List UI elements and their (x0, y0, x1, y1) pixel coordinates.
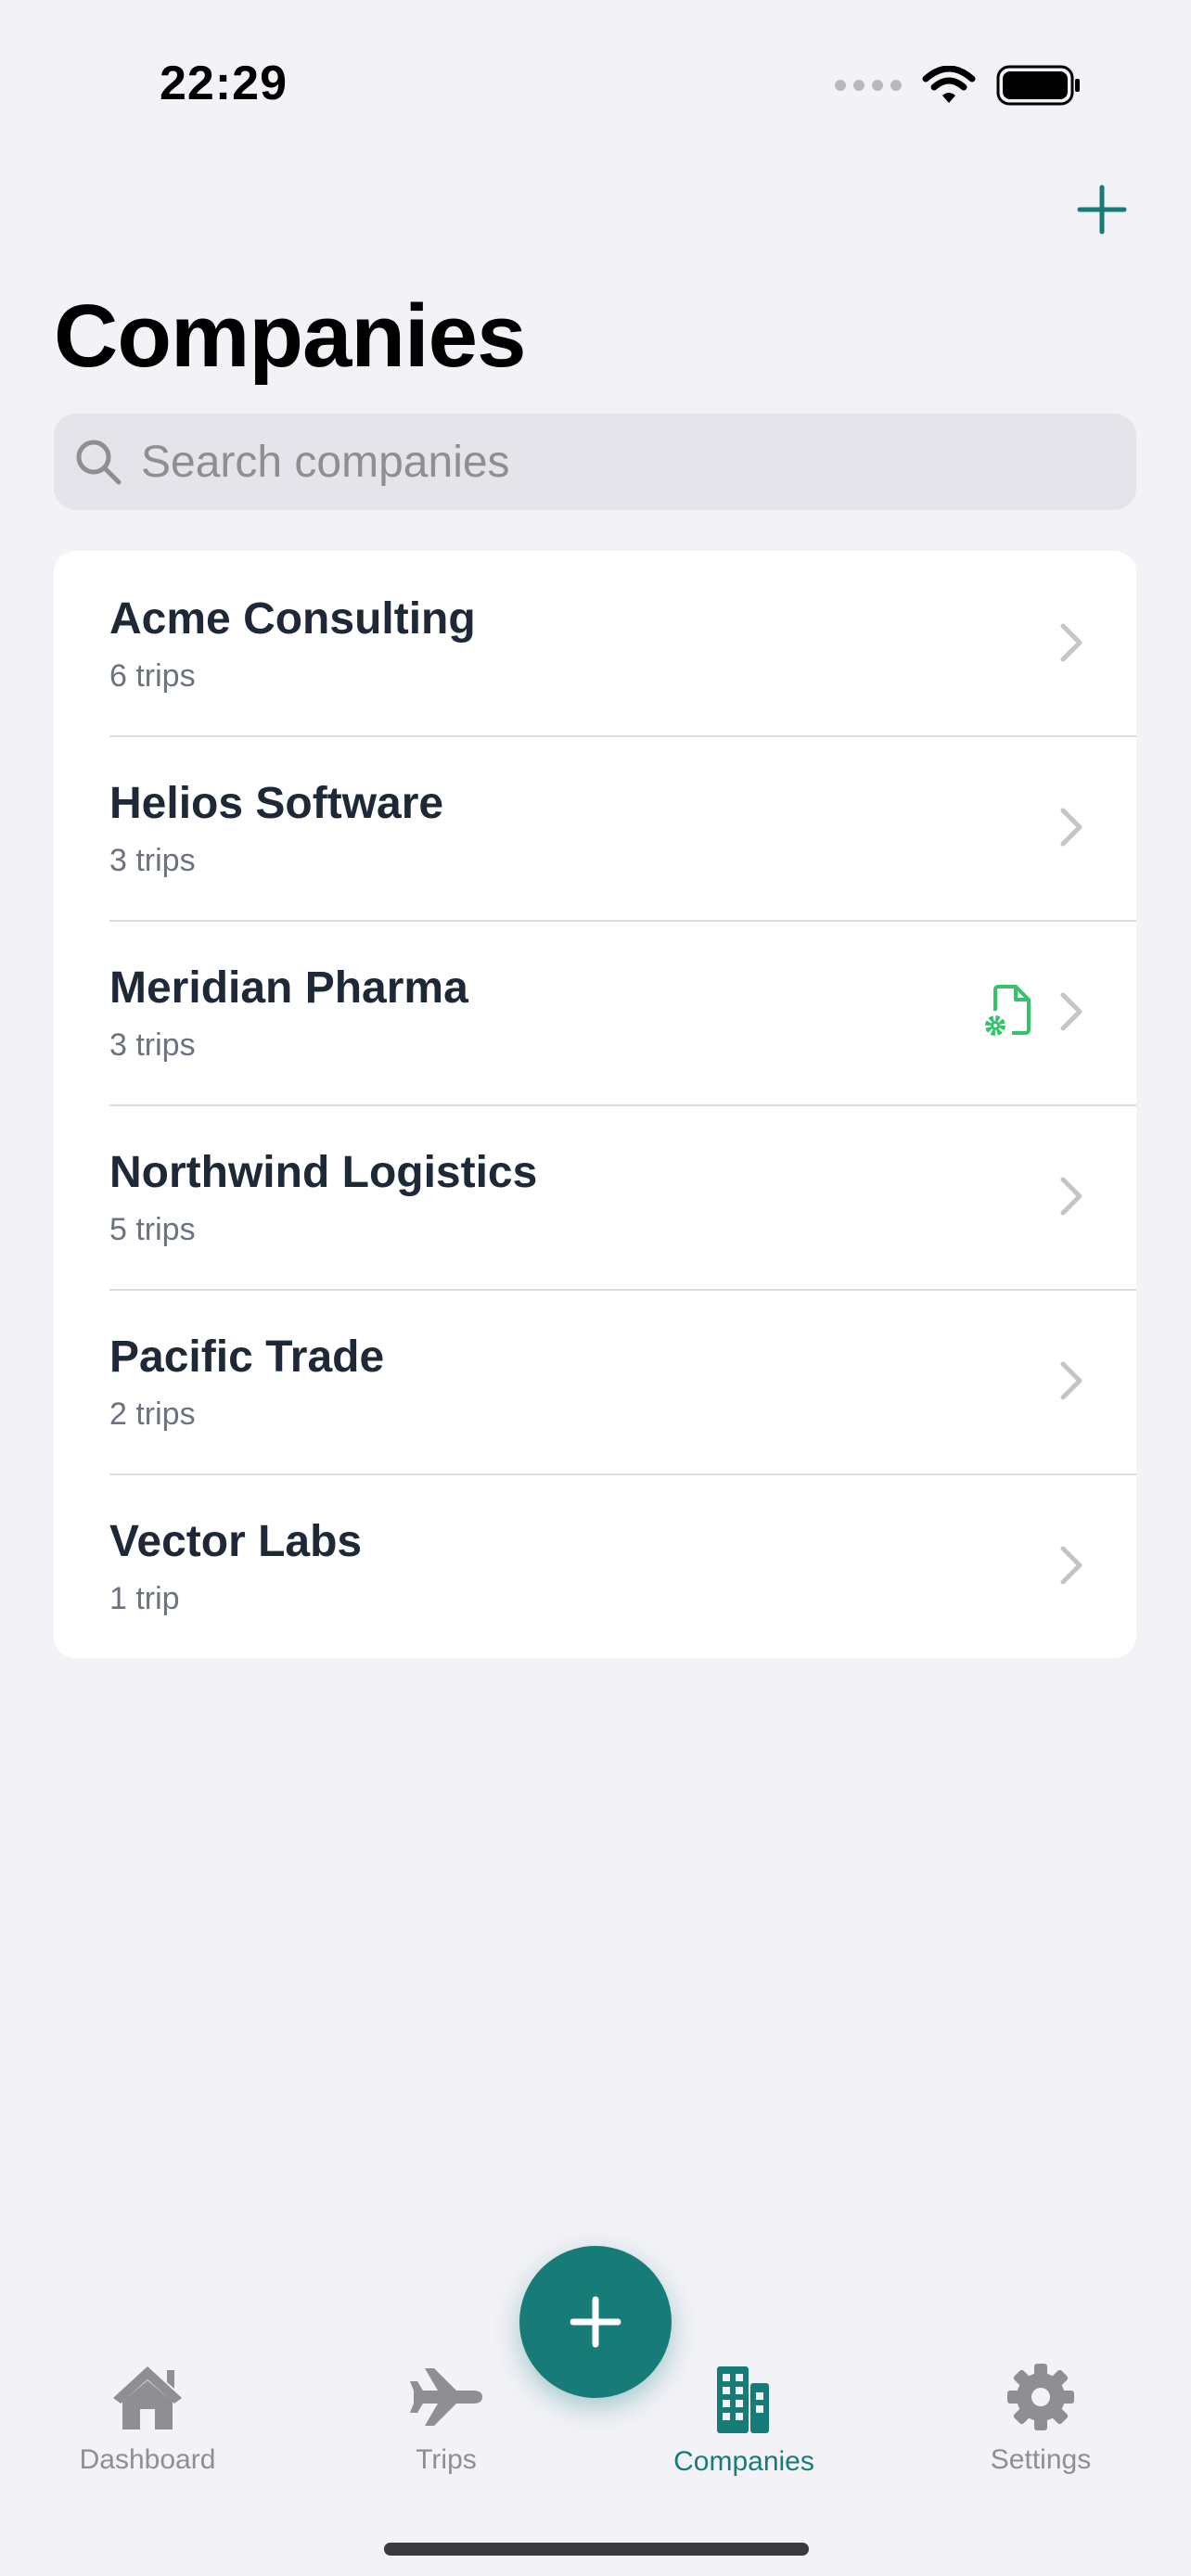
company-trip-count: 6 trips (109, 658, 196, 694)
chevron-right-icon (1060, 1546, 1082, 1585)
gear-icon (1007, 2364, 1074, 2430)
company-row[interactable]: Acme Consulting 6 trips (54, 551, 1136, 735)
company-name: Helios Software (109, 779, 444, 828)
chevron-right-icon (1060, 623, 1082, 662)
company-name: Meridian Pharma (109, 963, 468, 1013)
company-row[interactable]: Meridian Pharma 3 trips (54, 920, 1136, 1104)
company-trip-count: 3 trips (109, 1027, 196, 1063)
tab-dashboard[interactable]: Dashboard (45, 2363, 250, 2476)
search-icon (76, 440, 122, 485)
document-gear-icon (985, 985, 1031, 1036)
airplane-icon (410, 2368, 482, 2426)
house-icon (113, 2366, 182, 2429)
company-row[interactable]: Northwind Logistics 5 trips (54, 1104, 1136, 1289)
plus-icon (1077, 185, 1127, 235)
company-row[interactable]: Vector Labs 1 trip (54, 1473, 1136, 1658)
company-trip-count: 3 trips (109, 843, 196, 878)
chevron-right-icon (1060, 1177, 1082, 1216)
chevron-right-icon (1060, 992, 1082, 1031)
battery-icon (996, 65, 1080, 106)
tab-label: Companies (673, 2446, 814, 2477)
company-list: Acme Consulting 6 trips Helios Software … (54, 551, 1136, 1658)
page-title: Companies (54, 287, 526, 386)
company-trip-count: 1 trip (109, 1581, 180, 1616)
company-trip-count: 2 trips (109, 1396, 196, 1432)
tab-label: Settings (990, 2444, 1092, 2475)
company-row[interactable]: Pacific Trade 2 trips (54, 1289, 1136, 1473)
building-icon (717, 2366, 769, 2433)
add-company-button[interactable] (1074, 182, 1130, 237)
company-name: Vector Labs (109, 1517, 363, 1566)
company-name: Pacific Trade (109, 1333, 385, 1382)
plus-icon (570, 2296, 621, 2348)
search-input[interactable] (139, 435, 1070, 489)
tab-settings[interactable]: Settings (939, 2363, 1143, 2476)
search-bar[interactable] (54, 414, 1136, 510)
company-trip-count: 5 trips (109, 1212, 196, 1247)
company-name: Northwind Logistics (109, 1148, 538, 1197)
tab-trips[interactable]: Trips (344, 2363, 548, 2476)
tab-companies[interactable]: Companies (642, 2363, 846, 2478)
tab-label: Trips (416, 2444, 477, 2475)
status-icons (835, 65, 1082, 106)
cellular-signal-icon (835, 80, 902, 91)
tab-label: Dashboard (79, 2444, 216, 2475)
company-row[interactable]: Helios Software 3 trips (54, 735, 1136, 920)
status-time: 22:29 (160, 57, 288, 110)
home-indicator (384, 2543, 809, 2556)
company-name: Acme Consulting (109, 594, 476, 644)
chevron-right-icon (1060, 808, 1082, 847)
wifi-icon (922, 66, 976, 103)
chevron-right-icon (1060, 1361, 1082, 1400)
